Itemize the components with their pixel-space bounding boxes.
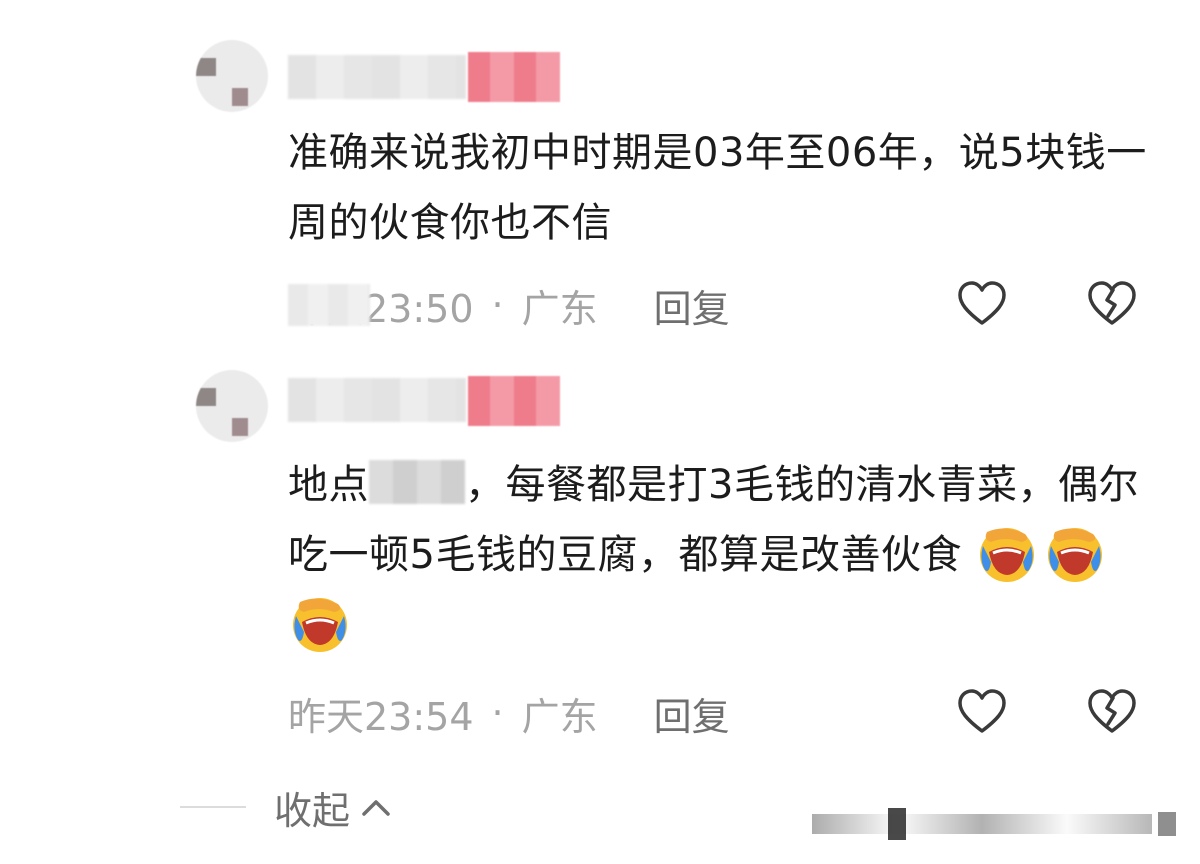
meta-separator: · bbox=[491, 691, 504, 735]
heart-outline-icon bbox=[958, 689, 1006, 733]
watermark-redacted bbox=[812, 808, 1176, 840]
avatar[interactable] bbox=[196, 370, 268, 442]
collapse-label: 收起 bbox=[274, 788, 351, 833]
user-tag-redacted bbox=[468, 376, 560, 426]
like-button[interactable] bbox=[956, 686, 1008, 738]
crying-laughing-emoji bbox=[1043, 522, 1107, 586]
comment-item: 地点 ，每餐都是打3毛钱的清水青菜，偶尔吃一顿5毛钱的豆腐，都算是改善伙食 昨天… bbox=[0, 0, 1200, 760]
divider-line bbox=[180, 806, 246, 808]
chevron-up-icon bbox=[362, 800, 390, 816]
crying-laughing-emoji bbox=[288, 592, 352, 656]
comment-time: 昨天23:54 bbox=[288, 694, 474, 739]
comment-meta: 昨天23:54 · 广东 回复 bbox=[288, 686, 730, 741]
comment-body-start: 地点 bbox=[288, 462, 369, 508]
broken-heart-icon bbox=[1088, 689, 1136, 733]
comment-text: 地点 ，每餐都是打3毛钱的清水青菜，偶尔吃一顿5毛钱的豆腐，都算是改善伙食 bbox=[288, 450, 1168, 660]
comment-location: 广东 bbox=[521, 694, 598, 739]
location-redacted bbox=[369, 460, 465, 504]
dislike-button[interactable] bbox=[1086, 686, 1138, 738]
username-redacted[interactable] bbox=[288, 378, 466, 422]
crying-laughing-emoji bbox=[975, 522, 1039, 586]
collapse-replies-button[interactable]: 收起 bbox=[180, 782, 392, 833]
reply-button[interactable]: 回复 bbox=[654, 686, 730, 741]
